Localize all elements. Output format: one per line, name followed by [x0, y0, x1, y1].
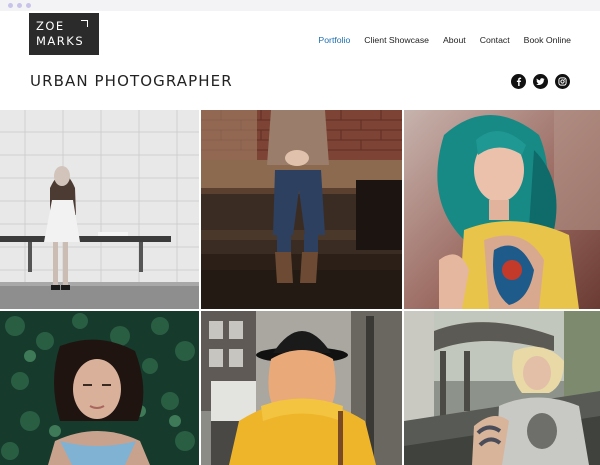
logo-corner-mark [81, 20, 88, 27]
gallery-photo-woman-on-bench[interactable] [0, 110, 199, 309]
gallery-photo-woman-in-ivy[interactable] [0, 311, 199, 465]
site-tagline: URBAN PHOTOGRAPHER [30, 72, 233, 90]
logo-line-1: ZOE [36, 19, 65, 33]
instagram-icon[interactable] [555, 74, 570, 89]
window-dot[interactable] [8, 3, 13, 8]
logo-line-2: MARKS [36, 34, 85, 48]
nav-client-showcase[interactable]: Client Showcase [364, 35, 429, 45]
window-controls [8, 3, 31, 8]
gallery-photo-teal-haired-woman[interactable] [404, 110, 600, 309]
gallery-photo-woman-in-yellow-coat[interactable] [201, 311, 402, 465]
nav-contact[interactable]: Contact [480, 35, 510, 45]
browser-strip [0, 0, 600, 11]
nav-book-online[interactable]: Book Online [524, 35, 571, 45]
window-dot[interactable] [26, 3, 31, 8]
nav-portfolio[interactable]: Portfolio [318, 35, 350, 45]
social-links [511, 74, 570, 89]
page: ZOE MARKS Portfolio Client Showcase Abou… [0, 0, 600, 465]
nav-about[interactable]: About [443, 35, 466, 45]
window-dot[interactable] [17, 3, 22, 8]
site-logo[interactable]: ZOE MARKS [29, 13, 99, 55]
gallery-photo-person-on-bench[interactable] [201, 110, 402, 309]
gallery-photo-blonde-tattooed-woman[interactable] [404, 311, 600, 465]
facebook-icon[interactable] [511, 74, 526, 89]
main-nav: Portfolio Client Showcase About Contact … [318, 35, 571, 45]
twitter-icon[interactable] [533, 74, 548, 89]
